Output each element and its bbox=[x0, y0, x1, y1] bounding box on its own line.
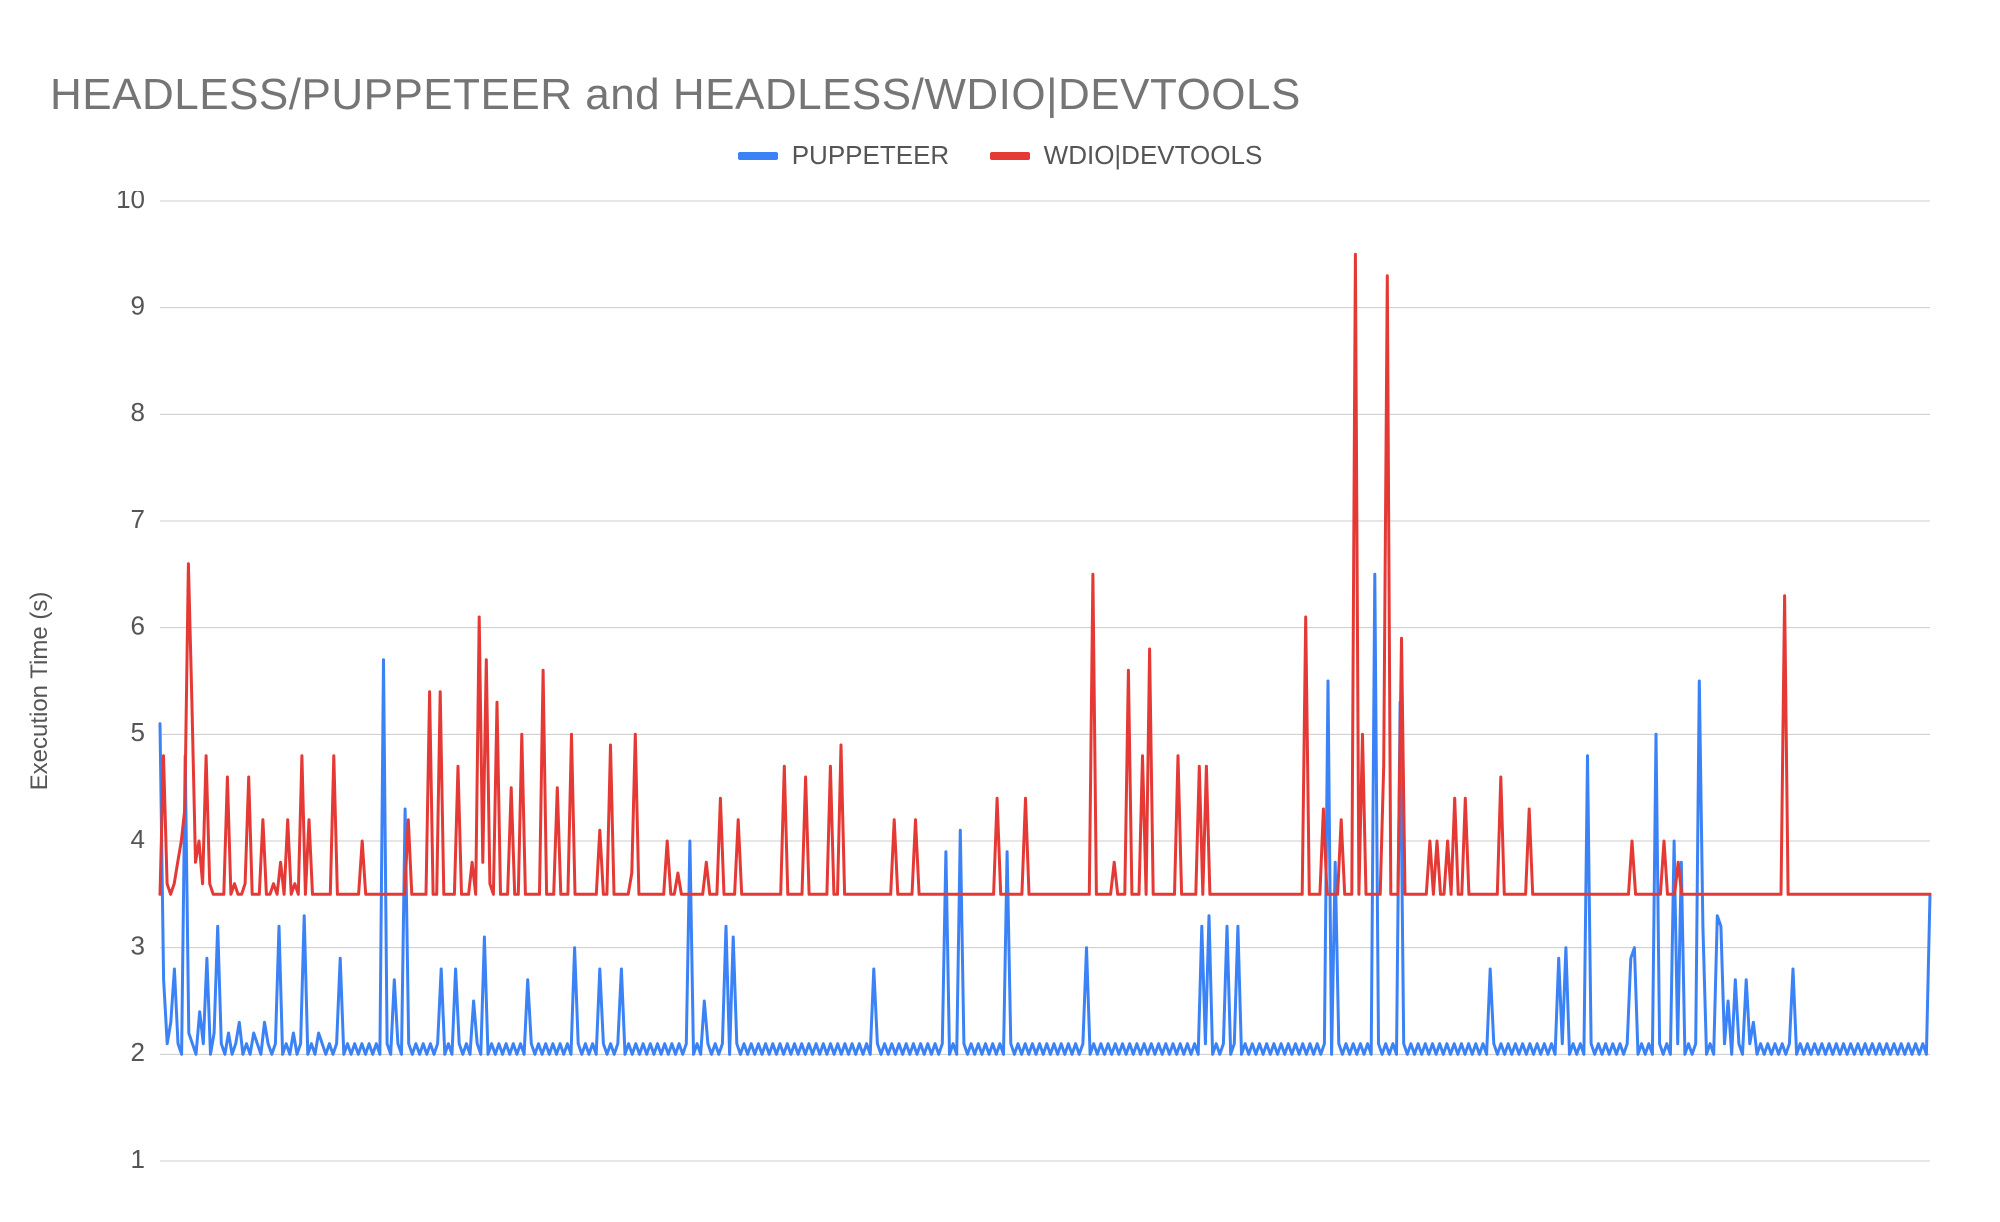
svg-text:3: 3 bbox=[131, 931, 145, 961]
svg-text:9: 9 bbox=[131, 291, 145, 321]
svg-text:10: 10 bbox=[116, 191, 145, 214]
svg-text:6: 6 bbox=[131, 611, 145, 641]
chart-container: HEADLESS/PUPPETEER and HEADLESS/WDIO|DEV… bbox=[0, 0, 2000, 1222]
legend-swatch-wdio bbox=[990, 152, 1030, 160]
legend-swatch-puppeteer bbox=[738, 152, 778, 160]
legend-item-puppeteer: PUPPETEER bbox=[738, 140, 950, 171]
series-line-wdio-devtools bbox=[160, 254, 1930, 894]
svg-text:5: 5 bbox=[131, 717, 145, 747]
y-axis-label: Execution Time (s) bbox=[26, 592, 54, 791]
svg-text:7: 7 bbox=[131, 504, 145, 534]
legend-label-puppeteer: PUPPETEER bbox=[792, 140, 950, 171]
chart-title: HEADLESS/PUPPETEER and HEADLESS/WDIO|DEV… bbox=[50, 70, 1950, 120]
svg-text:1: 1 bbox=[131, 1144, 145, 1174]
legend-item-wdio: WDIO|DEVTOOLS bbox=[990, 140, 1263, 171]
svg-text:8: 8 bbox=[131, 397, 145, 427]
plot-svg: 1 2 3 4 5 6 7 8 9 10 bbox=[50, 191, 1950, 1191]
plot-wrap: Execution Time (s) 12345678910 bbox=[50, 191, 1950, 1191]
series-line-puppeteer bbox=[160, 574, 1930, 1054]
legend-label-wdio: WDIO|DEVTOOLS bbox=[1044, 140, 1263, 171]
legend: PUPPETEER WDIO|DEVTOOLS bbox=[50, 140, 1950, 171]
svg-text:4: 4 bbox=[131, 824, 145, 854]
svg-text:2: 2 bbox=[131, 1037, 145, 1067]
